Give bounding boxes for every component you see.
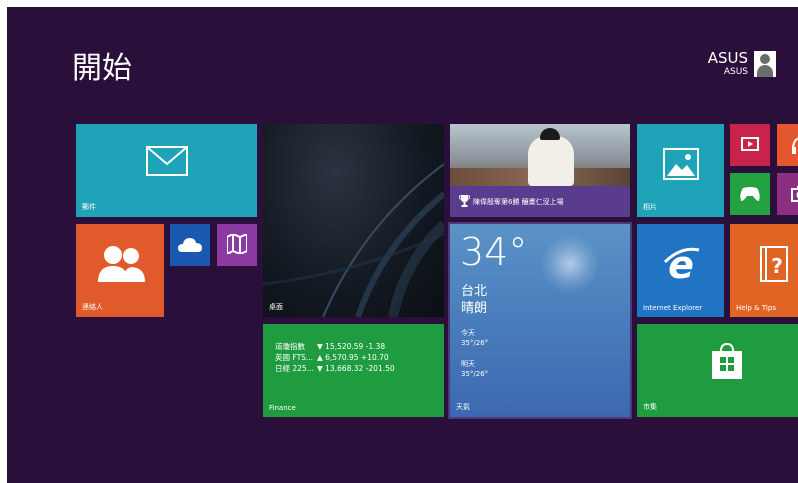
mail-icon: [146, 146, 188, 176]
onedrive-tile[interactable]: [170, 224, 210, 266]
weather-temperature: 34°: [460, 230, 528, 274]
weather-today-label: 今天: [461, 329, 475, 337]
internet-explorer-tile[interactable]: e Internet Explorer: [637, 224, 724, 317]
finance-label: Finance: [269, 404, 296, 412]
camera-tile[interactable]: [777, 173, 798, 215]
sports-headline: 陳偉殷奪第6勝 釀畫仁沒上場: [473, 198, 564, 206]
music-tile[interactable]: [777, 124, 798, 166]
finance-index-name: 英國 FTS...: [275, 353, 314, 362]
sports-headline-bar: 陳偉殷奪第6勝 釀畫仁沒上場: [450, 186, 630, 217]
sports-tile[interactable]: 陳偉殷奪第6勝 釀畫仁沒上場: [450, 124, 630, 217]
finance-index-value: ▼ 15,520.59 -1.38: [317, 342, 386, 351]
weather-condition: 晴朗: [461, 301, 488, 316]
finance-index-value: ▲ 6,570.95 +10.70: [317, 353, 389, 362]
finance-rows: 道瓊指數 ▼ 15,520.59 -1.38 英國 FTS... ▲ 6,570…: [275, 341, 395, 374]
trophy-icon: [459, 195, 470, 207]
weather-tomorrow-value: 35°/26°: [461, 370, 489, 378]
people-tile[interactable]: 連絡人: [76, 224, 164, 317]
user-names: ASUS ASUS: [708, 51, 748, 77]
sun-glow: [540, 234, 600, 294]
finance-index-value: ▼ 13,668.32 -201.50: [317, 364, 395, 373]
avatar[interactable]: [754, 51, 776, 77]
video-icon: [741, 137, 759, 151]
avatar-head: [760, 54, 770, 64]
avatar-body: [757, 65, 773, 77]
finance-row: 英國 FTS... ▲ 6,570.95 +10.70: [275, 352, 395, 363]
camera-icon: [791, 186, 798, 202]
start-screen: 開始 ASUS ASUS 郵件 連絡人 桌面 道瓊指數 ▼ 15,520.59 …: [7, 7, 798, 483]
store-tile[interactable]: 市集: [637, 324, 798, 417]
maps-tile[interactable]: [217, 224, 257, 266]
map-icon: [227, 234, 247, 254]
weather-tomorrow-label: 明天: [461, 360, 475, 368]
user-account[interactable]: ASUS ASUS: [708, 51, 776, 77]
user-subtitle: ASUS: [723, 67, 748, 77]
finance-row: 日經 225... ▼ 13,668.32 -201.50: [275, 363, 395, 374]
mail-tile[interactable]: 郵件: [76, 124, 257, 217]
photos-label: 相片: [643, 203, 657, 211]
photos-icon: [663, 148, 699, 180]
video-tile[interactable]: [730, 124, 770, 166]
mail-label: 郵件: [82, 203, 96, 211]
desktop-label: 桌面: [269, 303, 283, 311]
internet-explorer-icon: e: [663, 244, 700, 284]
store-bag-icon: [712, 342, 742, 379]
people-label: 連絡人: [82, 303, 103, 311]
weather-today-value: 35°/26°: [461, 339, 489, 347]
desktop-tile[interactable]: 桌面: [263, 124, 444, 317]
xbox-controller-icon: [740, 187, 760, 201]
internet-explorer-label: Internet Explorer: [643, 304, 703, 312]
photo-cap: [540, 128, 560, 140]
store-label: 市集: [643, 403, 657, 411]
page-title: 開始: [72, 51, 132, 86]
user-name: ASUS: [707, 49, 748, 67]
finance-tile[interactable]: 道瓊指數 ▼ 15,520.59 -1.38 英國 FTS... ▲ 6,570…: [263, 324, 444, 417]
headphones-icon: [792, 137, 798, 154]
photo-player: [528, 136, 574, 186]
sports-photo: [450, 124, 630, 186]
weather-tile[interactable]: 34° 台北 晴朗 今天 35°/26° 明天 35°/26° 天氣: [448, 222, 632, 419]
help-tips-tile[interactable]: ? Help & Tips: [730, 224, 798, 317]
finance-index-name: 日經 225...: [275, 364, 314, 373]
help-tips-label: Help & Tips: [736, 304, 776, 312]
finance-row: 道瓊指數 ▼ 15,520.59 -1.38: [275, 341, 395, 352]
cloud-icon: [178, 238, 202, 252]
help-book-icon: ?: [760, 246, 788, 282]
svg-text:?: ?: [771, 254, 783, 278]
finance-index-name: 道瓊指數: [275, 342, 305, 351]
weather-label: 天氣: [456, 403, 470, 411]
games-tile[interactable]: [730, 173, 770, 215]
desktop-wallpaper: [263, 163, 444, 317]
photos-tile[interactable]: 相片: [637, 124, 724, 217]
people-icon: [98, 246, 145, 282]
